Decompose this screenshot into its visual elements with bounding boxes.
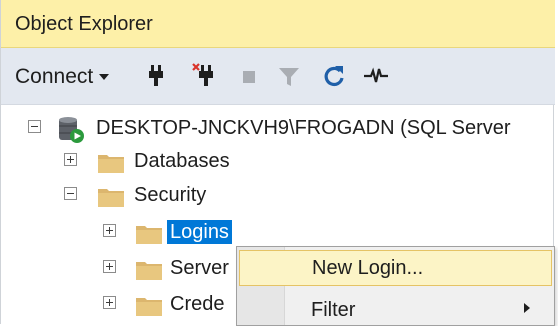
credentials-label: Crede bbox=[170, 293, 225, 315]
security-label: Security bbox=[134, 184, 207, 206]
expand-icon[interactable] bbox=[103, 296, 116, 309]
chevron-down-icon bbox=[99, 74, 110, 80]
collapse-icon[interactable] bbox=[28, 120, 41, 133]
menu-item-filter[interactable]: Filter bbox=[239, 289, 552, 325]
expand-icon[interactable] bbox=[103, 260, 116, 273]
toolbar: Connect bbox=[1, 48, 555, 105]
databases-label: Databases bbox=[134, 150, 230, 172]
tree-node-databases[interactable]: Databases bbox=[1, 145, 555, 177]
context-menu: New Login... Filter bbox=[236, 246, 555, 326]
folder-icon bbox=[136, 298, 162, 316]
folder-icon bbox=[98, 155, 124, 173]
refresh-icon[interactable] bbox=[319, 61, 349, 91]
title-bar: Object Explorer bbox=[1, 0, 555, 48]
object-explorer-panel: Object Explorer Connect DESKTOP-JNCKVH9\… bbox=[0, 0, 555, 326]
tree-node-security[interactable]: Security bbox=[1, 179, 555, 211]
activity-monitor-icon[interactable] bbox=[361, 61, 391, 91]
server-icon bbox=[59, 117, 84, 143]
server-label: DESKTOP-JNCKVH9\FROGADN (SQL Server bbox=[96, 117, 511, 139]
connect-plug-icon[interactable] bbox=[141, 61, 171, 91]
folder-icon bbox=[136, 262, 162, 280]
menu-item-new-login[interactable]: New Login... bbox=[239, 250, 552, 286]
expand-icon[interactable] bbox=[64, 153, 77, 166]
connect-label: Connect bbox=[15, 65, 94, 88]
tree-node-server[interactable]: DESKTOP-JNCKVH9\FROGADN (SQL Server bbox=[1, 112, 555, 144]
connect-dropdown-button[interactable]: Connect bbox=[15, 65, 110, 89]
stop-icon[interactable] bbox=[234, 61, 264, 91]
disconnect-icon[interactable] bbox=[189, 61, 219, 91]
folder-icon bbox=[136, 226, 162, 244]
logins-label: Logins bbox=[167, 220, 232, 244]
new-login-label: New Login... bbox=[312, 257, 424, 279]
submenu-arrow-icon bbox=[524, 303, 530, 313]
filter-icon[interactable] bbox=[274, 61, 304, 91]
panel-title: Object Explorer bbox=[15, 13, 153, 35]
server-roles-label: Server bbox=[170, 257, 229, 279]
expand-icon[interactable] bbox=[103, 224, 116, 237]
filter-label: Filter bbox=[311, 299, 356, 321]
collapse-icon[interactable] bbox=[64, 187, 77, 200]
tree-node-logins[interactable]: Logins bbox=[1, 216, 555, 248]
folder-icon bbox=[98, 189, 124, 207]
